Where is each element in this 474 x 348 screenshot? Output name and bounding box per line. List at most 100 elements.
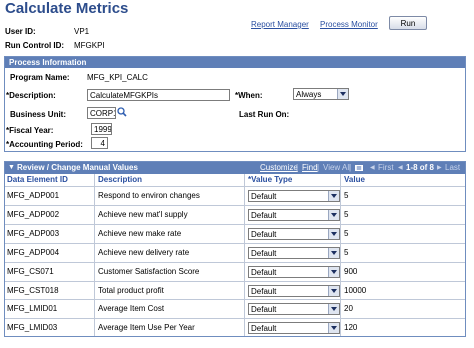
- table-row: MFG_ADP002 Achieve new mat'l supply Defaul…: [5, 204, 465, 224]
- user-id-label: User ID:: [5, 27, 36, 36]
- value-type-select[interactable]: Default: [248, 322, 340, 335]
- accounting-period-input[interactable]: 4: [91, 137, 108, 149]
- table-row: MFG_LMID03 Average Item Use Per Year Defau…: [5, 318, 465, 337]
- value-type-select[interactable]: Default: [248, 265, 340, 278]
- when-label: *When:: [235, 91, 263, 100]
- column-header-description[interactable]: Description: [98, 174, 142, 186]
- download-icon[interactable]: [355, 165, 363, 171]
- run-control-value: MFGKPI: [74, 41, 105, 50]
- view-all-link[interactable]: View All: [323, 162, 351, 174]
- value-cell: 120: [344, 323, 358, 333]
- table-row: MFG_ADP004 Achieve new delivery rate Defau…: [5, 242, 465, 262]
- chevron-down-icon: [328, 304, 339, 315]
- description-cell: Achieve new mat'l supply: [98, 209, 188, 219]
- process-information-header: Process Information: [5, 57, 465, 68]
- value-cell: 900: [344, 266, 358, 276]
- data-element-id-cell: MFG_CS071: [7, 266, 54, 276]
- description-cell: Total product profit: [98, 285, 164, 295]
- value-cell: 5: [344, 228, 349, 238]
- description-input[interactable]: CalculateMFGKPIs: [87, 89, 230, 101]
- first-link[interactable]: First: [378, 162, 394, 174]
- report-manager-link[interactable]: Report Manager: [251, 20, 309, 29]
- value-type-select-value: Default: [251, 286, 277, 296]
- value-type-select-value: Default: [251, 324, 277, 334]
- table-row: MFG_ADP001 Respond to environ changes Defa…: [5, 186, 465, 205]
- value-type-select[interactable]: Default: [248, 208, 340, 221]
- first-arrow-icon: ◀: [370, 165, 375, 171]
- run-button[interactable]: Run: [389, 16, 427, 30]
- description-cell: Achieve new delivery rate: [98, 247, 190, 257]
- grid-title: Review / Change Manual Values: [17, 163, 138, 172]
- data-element-id-cell: MFG_ADP001: [7, 191, 60, 200]
- run-control-label: Run Control ID:: [5, 41, 65, 50]
- value-type-select[interactable]: Default: [248, 190, 340, 202]
- value-type-select-value: Default: [251, 267, 277, 277]
- next-arrow-icon: ▶: [437, 165, 442, 171]
- value-type-select[interactable]: Default: [248, 246, 340, 259]
- value-type-select[interactable]: Default: [248, 284, 340, 297]
- table-row: MFG_ADP003 Achieve new make rate Default 5: [5, 223, 465, 243]
- data-element-id-cell: MFG_ADP002: [7, 209, 60, 219]
- accounting-period-label: *Accounting Period:: [6, 140, 83, 149]
- value-type-select-value: Default: [251, 229, 277, 239]
- table-row: MFG_LMID01 Average Item Cost Default 20: [5, 299, 465, 318]
- description-cell: Average Item Cost: [98, 304, 165, 314]
- table-row: MFG_CST018 Total product profit Default 100…: [5, 280, 465, 300]
- data-element-id-cell: MFG_CST018: [7, 285, 59, 295]
- grid-header-bar: ▼ Review / Change Manual Values Customiz…: [5, 162, 465, 174]
- data-element-id-cell: MFG_ADP004: [7, 247, 60, 257]
- description-cell: Customer Satisfaction Score: [98, 266, 200, 276]
- chevron-down-icon: [328, 323, 339, 334]
- business-unit-input[interactable]: CORP1: [87, 107, 116, 119]
- value-type-select-value: Default: [251, 192, 277, 201]
- page-title: Calculate Metrics: [5, 0, 129, 17]
- description-cell: Average Item Use Per Year: [98, 323, 195, 333]
- last-link[interactable]: Last: [445, 162, 460, 174]
- last-run-label: Last Run On:: [239, 110, 290, 119]
- chevron-down-icon: [328, 209, 339, 220]
- fiscal-year-input[interactable]: 1999: [91, 123, 112, 135]
- user-id-value: VP1: [74, 27, 90, 36]
- program-name-value: MFG_KPI_CALC: [87, 73, 148, 82]
- value-type-select-value: Default: [251, 210, 277, 220]
- chevron-down-icon: [328, 247, 339, 258]
- value-cell: 5: [344, 209, 349, 219]
- when-select[interactable]: Always: [293, 88, 349, 100]
- program-name-label: Program Name:: [10, 73, 70, 82]
- manual-values-grid: ▼ Review / Change Manual Values Customiz…: [4, 161, 466, 337]
- description-cell: Achieve new make rate: [98, 228, 182, 238]
- value-cell: 10000: [344, 285, 367, 295]
- description-cell: Respond to environ changes: [98, 191, 200, 200]
- fiscal-year-label: *Fiscal Year:: [6, 126, 54, 135]
- previous-arrow-icon: ◀: [398, 165, 403, 171]
- data-element-id-cell: MFG_ADP003: [7, 228, 60, 238]
- column-header-value[interactable]: Value: [344, 174, 365, 186]
- chevron-down-icon: [328, 228, 339, 239]
- value-type-select[interactable]: Default: [248, 303, 340, 316]
- process-monitor-link[interactable]: Process Monitor: [320, 20, 378, 29]
- when-select-value: Always: [296, 90, 322, 99]
- data-element-id-cell: MFG_LMID03: [7, 323, 58, 333]
- chevron-down-icon: [337, 89, 348, 99]
- find-link[interactable]: Find: [302, 162, 318, 174]
- row-range: 1-8 of 8: [406, 163, 435, 172]
- description-label: *Description:: [6, 91, 56, 100]
- chevron-down-icon: [328, 285, 339, 296]
- business-unit-label: Business Unit:: [10, 110, 67, 119]
- value-cell: 5: [344, 247, 349, 257]
- value-type-select-value: Default: [251, 248, 277, 258]
- process-information-section: Process Information Program Name: MFG_KP…: [4, 56, 466, 152]
- lookup-icon[interactable]: [117, 107, 127, 117]
- value-cell: 20: [344, 304, 353, 314]
- data-element-id-cell: MFG_LMID01: [7, 304, 58, 314]
- customize-link[interactable]: Customize: [260, 162, 298, 174]
- table-row: MFG_CS071 Customer Satisfaction Score Defa…: [5, 261, 465, 281]
- column-header-data-element-id[interactable]: Data Element ID: [7, 174, 68, 186]
- value-cell: 5: [344, 191, 349, 200]
- chevron-down-icon: [328, 191, 339, 201]
- column-header-value-type[interactable]: *Value Type: [248, 174, 292, 186]
- chevron-down-icon: [328, 266, 339, 277]
- value-type-select[interactable]: Default: [248, 227, 340, 240]
- collapse-icon[interactable]: ▼: [8, 162, 15, 174]
- value-type-select-value: Default: [251, 305, 277, 315]
